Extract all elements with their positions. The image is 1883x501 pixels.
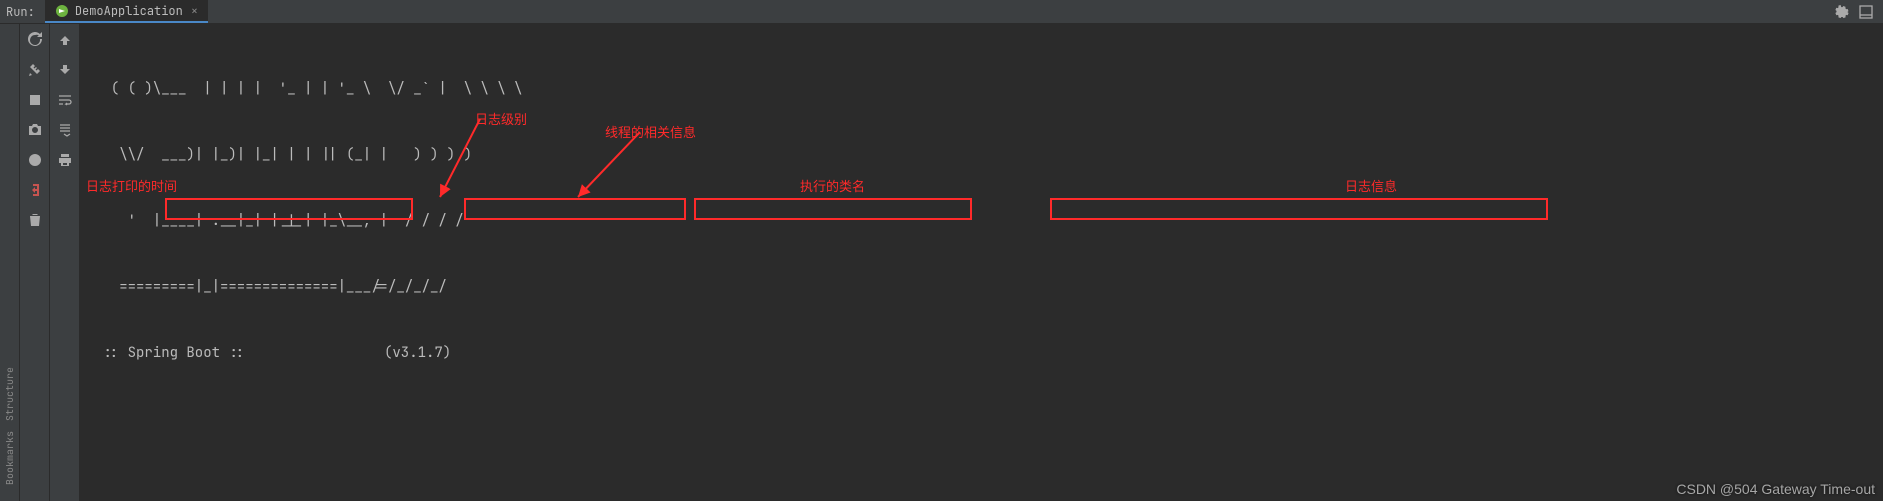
banner-line: =========|_|==============|___/=/_/_/_/ <box>94 276 1869 298</box>
softwrap-icon[interactable] <box>55 90 75 110</box>
side-bookmarks[interactable]: Bookmarks <box>3 431 16 485</box>
build-icon[interactable] <box>25 60 45 80</box>
watermark: CSDN @504 Gateway Time-out <box>1676 481 1875 497</box>
run-gutter-right <box>50 24 80 501</box>
scroll-up-icon[interactable] <box>55 30 75 50</box>
run-gutter-left <box>20 24 50 501</box>
exit-icon[interactable] <box>25 180 45 200</box>
scroll-down-icon[interactable] <box>55 60 75 80</box>
console-output[interactable]: ( ( )\___ | | | | '_ | | '_ \ \/ _` | \ … <box>80 24 1883 501</box>
camera-icon[interactable] <box>25 120 45 140</box>
banner-line: ' |____| .__|_| |_|_| |_\__, | / / / / <box>94 210 1869 232</box>
side-structure[interactable]: Structure <box>3 367 16 421</box>
actuator-icon[interactable] <box>25 150 45 170</box>
banner-line: ( ( )\___ | | | | '_ | | '_ \ \/ _` | \ … <box>94 78 1869 100</box>
close-icon[interactable]: × <box>191 3 198 19</box>
spring-run-icon <box>55 4 69 18</box>
gear-icon[interactable] <box>1833 4 1849 20</box>
hide-icon[interactable] <box>1859 5 1873 19</box>
run-tab-demoapplication[interactable]: DemoApplication × <box>45 0 208 23</box>
rerun-icon[interactable] <box>25 30 45 50</box>
run-tabbar: Run: DemoApplication × <box>0 0 1883 24</box>
ide-left-strip: Structure Bookmarks <box>0 24 20 501</box>
run-label: Run: <box>6 4 35 20</box>
run-tab-label: DemoApplication <box>75 3 183 19</box>
banner-line: \\/ ___)| |_)| |_| | | || (_| | ) ) ) ) <box>94 144 1869 166</box>
trash-icon[interactable] <box>25 210 45 230</box>
spring-boot-line: :: Spring Boot :: (v3.1.7) <box>94 342 1869 364</box>
scroll-to-end-icon[interactable] <box>55 120 75 140</box>
stop-icon[interactable] <box>25 90 45 110</box>
print-icon[interactable] <box>55 150 75 170</box>
